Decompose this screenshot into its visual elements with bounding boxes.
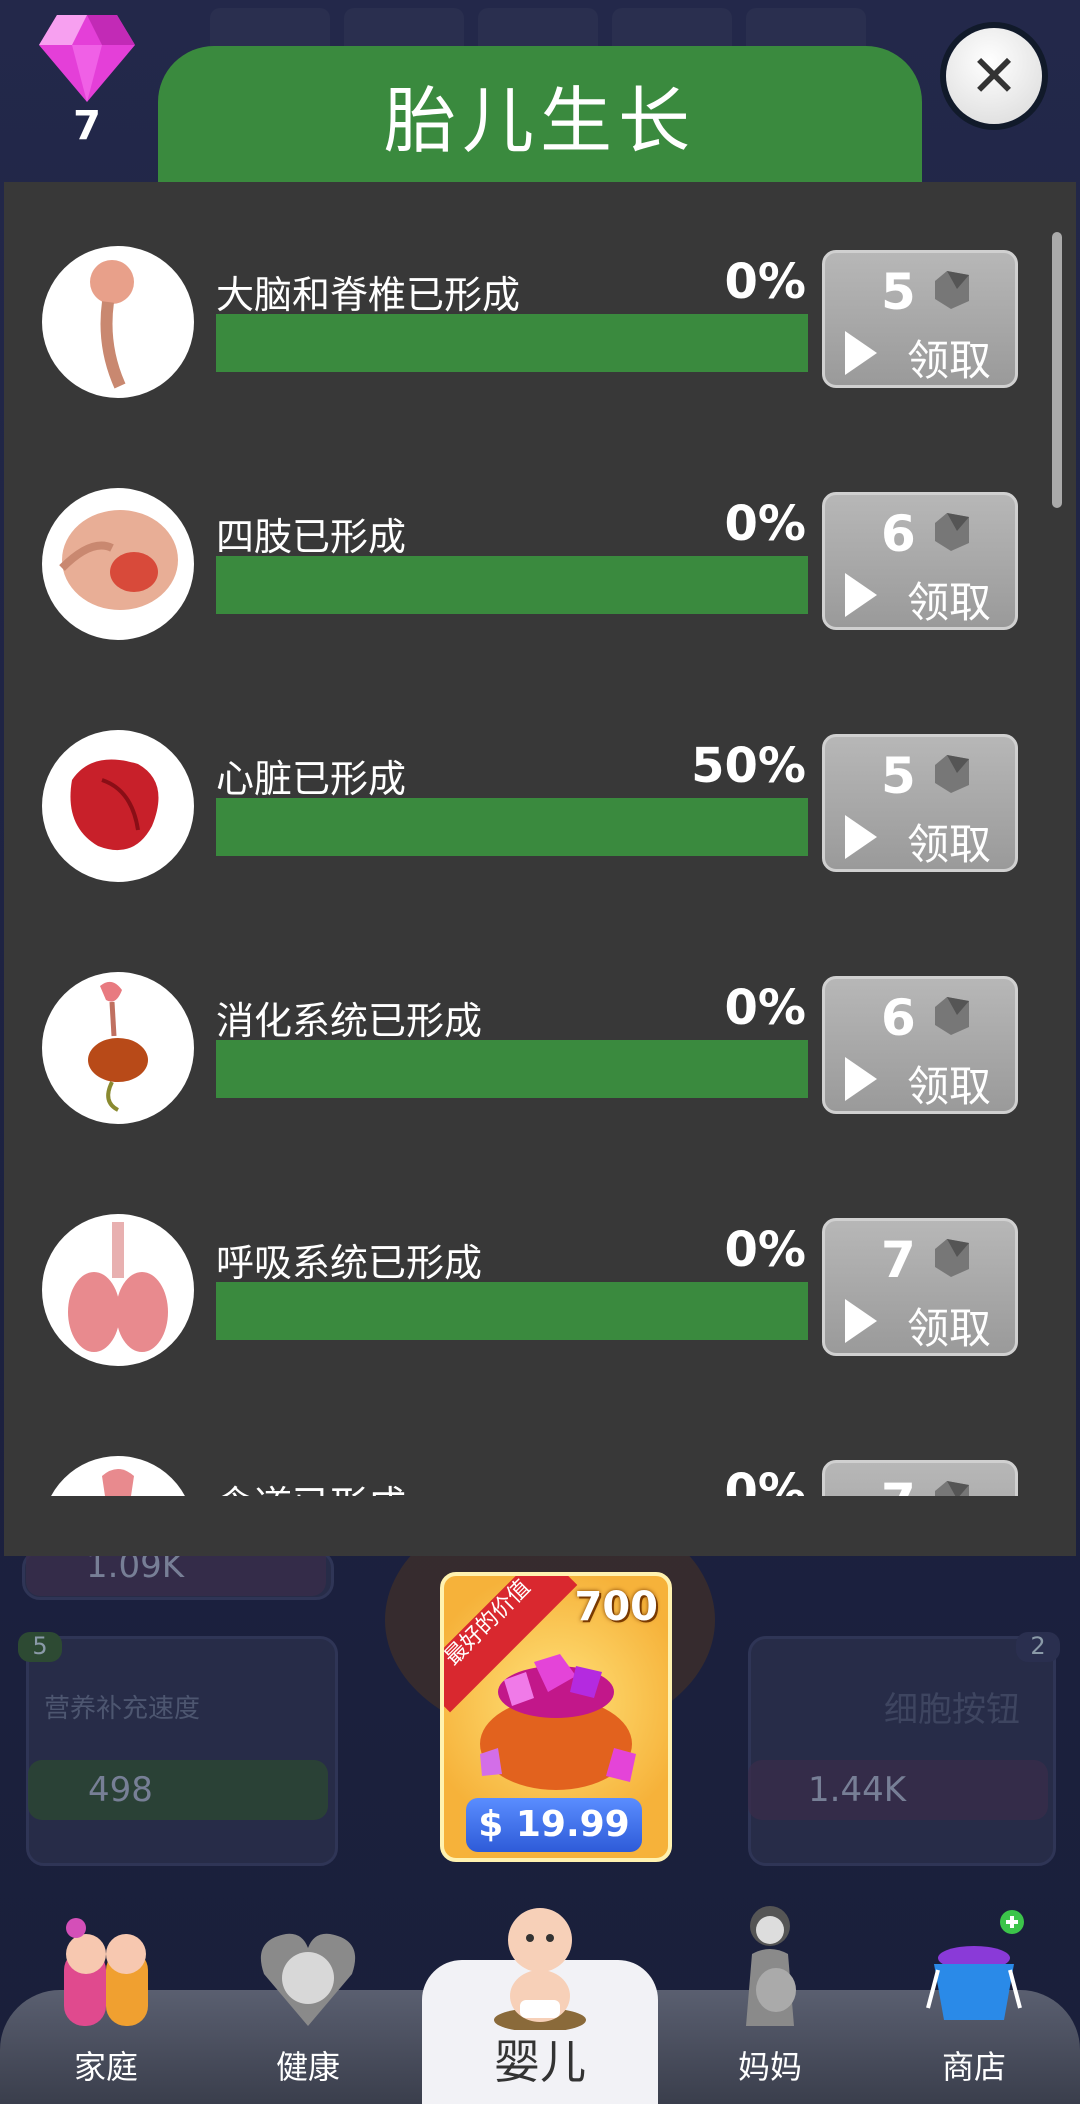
claim-label: 领取 [907,336,992,385]
play-video-icon [845,573,877,617]
dialog-title: 胎儿生长 [383,79,696,163]
claim-label: 领取 [907,820,992,869]
growth-label: 呼吸系统已形成 [216,1241,483,1285]
brain-spine-icon [42,246,194,398]
health-heart-icon [260,1933,356,2026]
digestive-system-icon [42,972,194,1124]
growth-progress-bar [216,1040,808,1098]
cell-button-card-badge: 2 [1016,1632,1060,1662]
claim-cost: 6 [881,505,916,563]
gem-icon [935,271,969,309]
mom-icon [746,1906,796,2026]
claim-label: 领取 [907,1062,992,1111]
nav-label: 家庭 [73,2048,138,2086]
dialog-title-tab: 胎儿生长 [158,46,922,196]
claim-label: 领取 [907,578,992,627]
offer-price-button[interactable]: $ 19.99 [466,1798,642,1852]
gem-icon [935,755,969,793]
panel-footer [4,1496,1076,1556]
baby-icon [494,1908,586,2030]
nav-label: 妈妈 [737,2048,802,2086]
cell-button-card-value: 1.44K [748,1760,1048,1820]
gem-bag-icon [480,1654,636,1790]
nav-label: 婴儿 [494,2035,586,2089]
growth-row: 心脏已形成 50% 5 领取 [4,730,1044,890]
growth-progress-bar [216,798,808,856]
close-icon: ✕ [969,42,1019,110]
growth-label: 消化系统已形成 [216,999,483,1043]
growth-label: 心脏已形成 [216,757,407,801]
growth-label: 四肢已形成 [216,515,407,559]
claim-button[interactable]: 7 领取 [822,1218,1018,1356]
claim-button[interactable]: 5 领取 [822,250,1018,388]
gem-icon [935,1239,969,1277]
play-video-icon [845,1299,877,1343]
panel-scrollbar[interactable] [1052,232,1062,508]
growth-percent: 50% [691,738,806,794]
nav-label: 商店 [941,2048,1006,2086]
claim-button[interactable]: 5 领取 [822,734,1018,872]
growth-percent: 0% [724,1222,807,1278]
nutrition-card-value: 498 [28,1760,328,1820]
claim-cost: 5 [881,263,916,321]
play-video-icon [845,815,877,859]
lungs-icon [42,1214,194,1366]
shop-basket-icon [926,1910,1024,2020]
nav-label: 健康 [275,2048,340,2086]
play-video-icon [845,331,877,375]
gem-icon [39,15,135,102]
gem-offer-card[interactable]: 最好的价值 700 $ 19.99 [440,1572,672,1862]
twins-icon [64,1918,148,2026]
claim-cost: 5 [881,747,916,805]
growth-row: 四肢已形成 0% 6 领取 [4,488,1044,648]
growth-percent: 0% [724,980,807,1036]
growth-row: 消化系统已形成 0% 6 领取 [4,972,1044,1132]
nutrition-card [26,1636,338,1866]
growth-label: 大脑和脊椎已形成 [216,273,521,317]
play-video-icon [845,1057,877,1101]
nutrition-card-label: 营养补充速度 [44,1694,201,1724]
fetal-growth-panel[interactable]: 大脑和脊椎已形成 0% 5 领取 四肢已形成 0% 6 领取 心脏已形成 50%… [4,182,1076,1556]
growth-row: 呼吸系统已形成 0% 7 领取 [4,1214,1044,1374]
cell-button-card [748,1636,1056,1866]
gem-count: 7 [73,103,101,149]
gem-icon [935,997,969,1035]
claim-cost: 7 [881,1231,916,1289]
cell-button-card-label: 细胞按钮 [884,1690,1020,1730]
claim-cost: 6 [881,989,916,1047]
heart-icon [42,730,194,882]
nutrition-card-badge: 5 [18,1632,62,1662]
claim-button[interactable]: 6 领取 [822,492,1018,630]
embryo-icon [42,488,194,640]
close-button[interactable]: ✕ [946,28,1042,124]
claim-label: 领取 [907,1304,992,1353]
growth-progress-bar [216,314,808,372]
growth-progress-bar [216,556,808,614]
growth-percent: 0% [724,254,807,310]
gem-counter[interactable]: 7 [22,10,152,149]
growth-percent: 0% [724,496,807,552]
growth-row: 大脑和脊椎已形成 0% 5 领取 [4,246,1044,406]
growth-progress-bar [216,1282,808,1340]
gem-icon [935,513,969,551]
claim-button[interactable]: 6 领取 [822,976,1018,1114]
offer-amount: 700 [574,1584,659,1630]
